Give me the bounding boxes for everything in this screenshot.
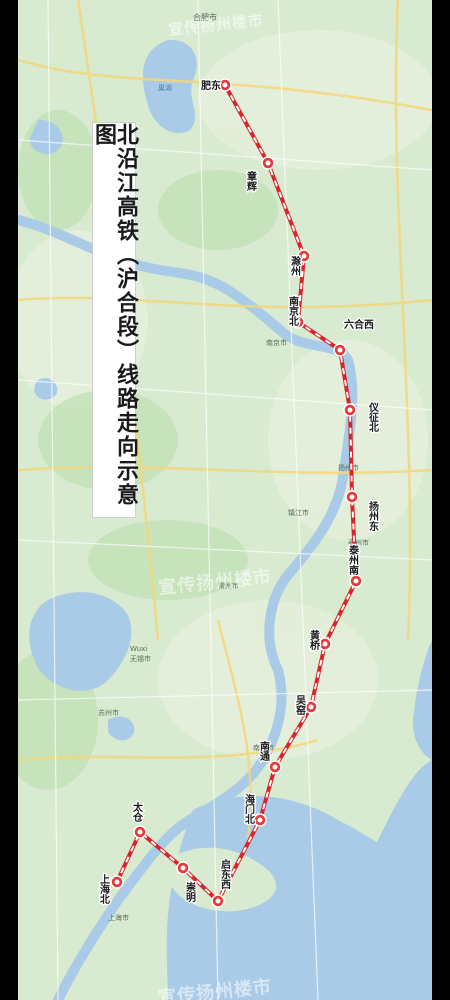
station-label: 南京北 <box>287 295 299 327</box>
station-dot-center <box>301 253 307 259</box>
station-label: 崇明 <box>184 881 196 903</box>
station-dot-center <box>180 865 186 871</box>
map-label-nanjing: 南京市 <box>266 338 287 347</box>
title-panel: 北沿江高铁（沪合段）线路走向示意图 <box>91 122 138 518</box>
station-dot-center <box>257 817 263 823</box>
station-dot-center <box>265 160 271 166</box>
map-label-wuxi-en: Wuxi <box>130 645 147 653</box>
station-label: 黄桥 <box>308 629 320 651</box>
station-label: 章辉 <box>245 170 257 192</box>
station-label: 启东西 <box>219 858 231 890</box>
station-dot-center <box>215 898 221 904</box>
station-label: 吴窑 <box>294 695 306 716</box>
map-label-zhenjiang: 镇江市 <box>288 508 309 517</box>
map-title: 北沿江高铁（沪合段）线路走向示意图 <box>91 123 138 507</box>
map-frame[interactable]: 合肥市 巢湖 南京市 扬州市 镇江市 泰州市 常州市 Wuxi 无锡市 苏州市 … <box>18 0 432 1000</box>
station-dot-center <box>353 578 359 584</box>
station-dot-center <box>347 407 353 413</box>
station-dot-center <box>322 641 328 647</box>
map-label-shanghai: 上海市 <box>108 913 129 922</box>
station-dot-center <box>137 829 143 835</box>
map-label-suzhou: 苏州市 <box>98 708 119 717</box>
station-dot-center <box>308 704 314 710</box>
map-label-wuxi: 无锡市 <box>130 654 151 663</box>
station-dot-center <box>272 764 278 770</box>
station-dot-center <box>337 347 343 353</box>
station-label: 六合西 <box>344 318 374 331</box>
map-label-chaohu: 巢湖 <box>158 83 172 92</box>
station-label: 上海北 <box>98 873 110 905</box>
route-map[interactable]: 合肥市 巢湖 南京市 扬州市 镇江市 泰州市 常州市 Wuxi 无锡市 苏州市 … <box>18 0 432 1000</box>
station-dot-center <box>114 879 120 885</box>
station-dot-center <box>222 82 228 88</box>
station-label: 肥东 <box>201 79 221 92</box>
screen: 合肥市 巢湖 南京市 扬州市 镇江市 泰州市 常州市 Wuxi 无锡市 苏州市 … <box>0 0 450 1000</box>
station-marker[interactable]: 肥东 <box>200 78 232 93</box>
station-label: 南通 <box>258 740 270 762</box>
station-dot-center <box>349 494 355 500</box>
map-label-yangzhou: 扬州市 <box>338 463 359 472</box>
station-label: 海门北 <box>243 793 255 825</box>
